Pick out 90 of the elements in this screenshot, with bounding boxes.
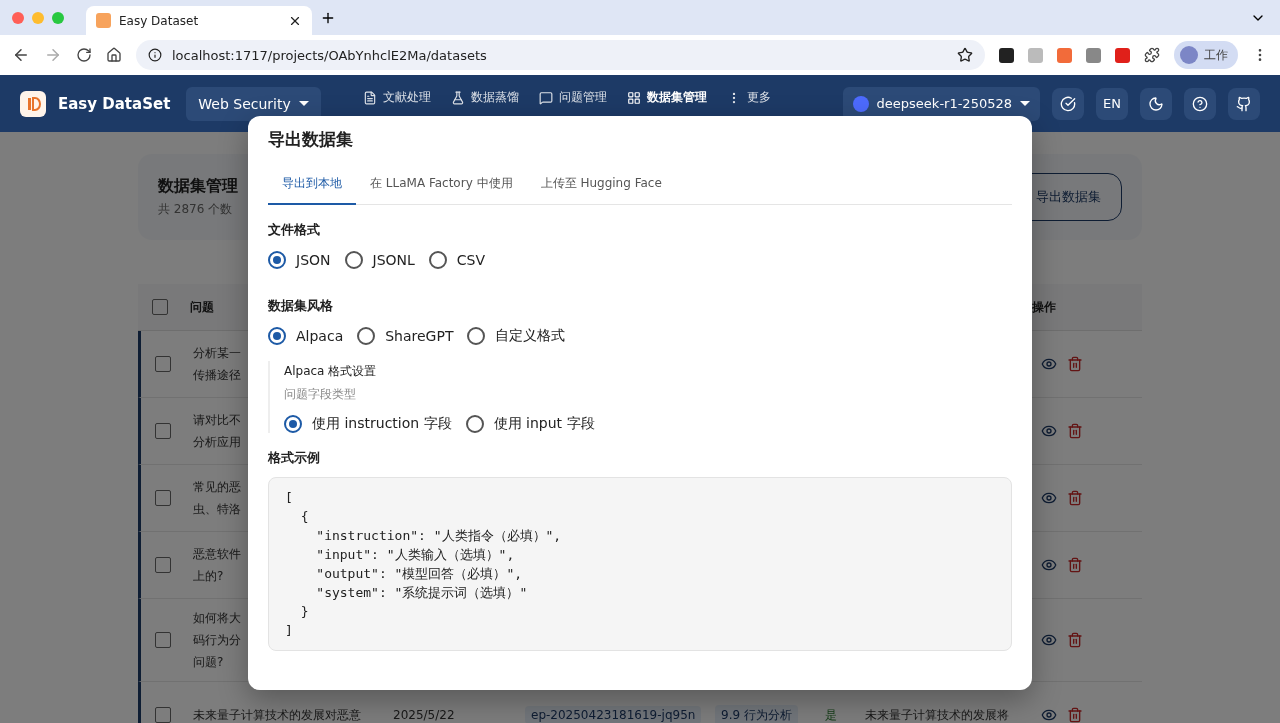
help-icon — [1192, 95, 1208, 112]
help-button[interactable] — [1184, 87, 1216, 120]
table-cell-text: 未来量子计算技术的发展将 — [864, 707, 1010, 723]
view-icon[interactable] — [1041, 707, 1057, 723]
caret-icon — [1020, 101, 1030, 106]
checkbox[interactable] — [155, 423, 171, 439]
check-button[interactable] — [1052, 87, 1084, 120]
info-icon — [148, 48, 162, 62]
table-cell-text: 常见的恶 虫、特洛 — [192, 479, 242, 518]
tab[interactable]: 导出到本地 — [268, 165, 356, 205]
dataset-count: 共 2876 个数 — [158, 201, 234, 218]
logo-icon — [20, 90, 46, 117]
delete-icon[interactable] — [1067, 423, 1083, 439]
radio-option[interactable]: CSV — [428, 251, 486, 269]
github-icon — [1236, 95, 1252, 112]
reload-icon[interactable] — [76, 47, 92, 63]
flask-icon — [450, 90, 465, 105]
nav-item[interactable]: 数据蒸馏 — [450, 89, 519, 106]
profile-button[interactable]: 工作 — [1174, 41, 1238, 69]
avatar-icon — [1180, 46, 1198, 64]
moon-icon — [1148, 95, 1164, 112]
forward-icon[interactable] — [44, 46, 62, 64]
table-cell-text: 请对比不 分析应用 — [192, 412, 242, 451]
star-icon[interactable] — [957, 47, 973, 63]
delete-icon[interactable] — [1067, 356, 1083, 372]
column-header: 操作 — [1031, 298, 1057, 316]
view-icon[interactable] — [1041, 356, 1057, 372]
radio-option[interactable]: JSONL — [344, 251, 415, 269]
model-icon — [852, 95, 869, 112]
radio-option[interactable]: JSON — [268, 251, 331, 269]
checkbox[interactable] — [155, 356, 171, 372]
grid-icon — [626, 90, 641, 105]
nav-item[interactable]: 更多 — [726, 89, 771, 106]
favicon-icon — [96, 13, 111, 28]
browser-tab[interactable]: Easy Dataset — [86, 6, 312, 35]
delete-icon[interactable] — [1067, 632, 1083, 648]
check-circle-icon — [1060, 95, 1076, 112]
settings-subtitle: 问题字段类型 — [284, 386, 357, 403]
checkbox[interactable] — [155, 557, 171, 573]
radio-option[interactable]: Alpaca — [268, 327, 344, 345]
nav-item[interactable]: 数据集管理 — [626, 89, 707, 106]
dialog-title: 导出数据集 — [268, 128, 354, 151]
checkbox[interactable] — [155, 632, 171, 648]
view-icon[interactable] — [1041, 557, 1057, 573]
nav-item[interactable]: 文献处理 — [362, 89, 431, 106]
radio-option[interactable]: 使用 instruction 字段 — [284, 415, 452, 433]
section-label: 文件格式 — [268, 221, 321, 239]
puzzle-icon[interactable] — [1144, 47, 1160, 63]
back-icon[interactable] — [12, 46, 30, 64]
document-icon — [362, 90, 377, 105]
delete-icon[interactable] — [1067, 707, 1083, 723]
home-icon[interactable] — [106, 47, 122, 63]
tab[interactable]: 在 LLaMA Factory 中使用 — [356, 165, 527, 205]
page-title: 数据集管理 — [158, 176, 238, 197]
checkbox[interactable] — [152, 299, 168, 315]
checkbox[interactable] — [155, 490, 171, 506]
extension-icon[interactable] — [999, 47, 1014, 63]
table-cell-text: 未来量子计算技术的发展对恶意 — [192, 707, 362, 723]
view-icon[interactable] — [1041, 632, 1057, 648]
github-button[interactable] — [1228, 87, 1260, 120]
table-cell-text: 如何将大 码行为分 问题? — [192, 610, 242, 671]
project-select[interactable]: Web Security — [186, 86, 321, 121]
tab[interactable]: 上传至 Hugging Face — [526, 165, 676, 205]
table-cell-text: 2025/5/22 — [392, 707, 456, 723]
theme-button[interactable] — [1140, 87, 1172, 120]
delete-icon[interactable] — [1067, 490, 1083, 506]
column-header: 问题 — [189, 298, 215, 316]
caret-icon — [298, 101, 309, 106]
section-label: 数据集风格 — [268, 297, 334, 315]
delete-icon[interactable] — [1067, 557, 1083, 573]
radio-option[interactable]: 使用 input 字段 — [465, 415, 595, 433]
code-example: [ { "instruction": "人类指令（必填）", "input": "人类输入（选填）", "output": "模型回答（必填）", "system": "系统提示词（选填）" } ] — [268, 477, 1012, 651]
radio-option[interactable]: ShareGPT — [357, 327, 454, 345]
table-cell-text: 分析某一 传播途径 — [192, 345, 242, 384]
view-icon[interactable] — [1041, 490, 1057, 506]
table-cell-text: 恶意软件 上的? — [192, 546, 242, 585]
section-label: 格式示例 — [268, 449, 321, 467]
view-icon[interactable] — [1041, 423, 1057, 439]
language-button[interactable]: EN — [1096, 87, 1128, 120]
settings-title: Alpaca 格式设置 — [284, 363, 378, 380]
radio-option[interactable]: 自定义格式 — [467, 327, 566, 345]
message-icon — [538, 90, 553, 105]
app-title: Easy DataSet — [58, 94, 171, 113]
model-chip: ep-20250423181619-jq95n — [525, 706, 702, 723]
table-cell-text: 是 — [824, 707, 838, 723]
tag-chip: 9.9 行为分析 — [715, 704, 798, 723]
close-window-button[interactable] — [12, 11, 24, 24]
address-bar[interactable]: localhost:1717/projects/OAbYnhclE2Ma/datasets — [136, 40, 985, 70]
nav-item[interactable]: 问题管理 — [538, 89, 607, 106]
checkbox[interactable] — [155, 707, 171, 723]
